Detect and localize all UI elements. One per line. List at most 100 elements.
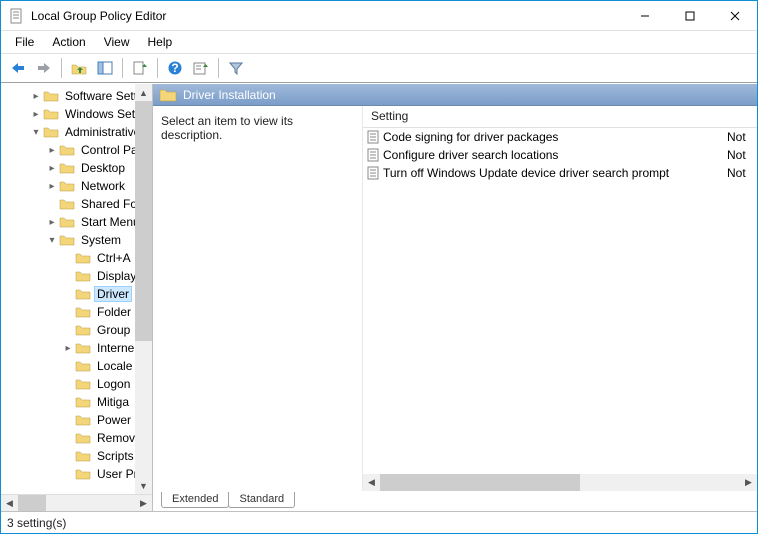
- up-button[interactable]: [68, 57, 90, 79]
- collapse-icon[interactable]: ▾: [29, 127, 43, 138]
- menu-help[interactable]: Help: [140, 33, 181, 51]
- tree-item[interactable]: ▸ Control Pa: [1, 141, 152, 159]
- folder-icon: [43, 89, 59, 103]
- setting-row[interactable]: Code signing for driver packagesNot: [363, 128, 757, 146]
- scroll-up-icon[interactable]: ▲: [135, 84, 152, 101]
- expand-icon[interactable]: ▸: [29, 109, 43, 120]
- tree-item[interactable]: ▸ Start Menu: [1, 213, 152, 231]
- back-button[interactable]: [7, 57, 29, 79]
- tree-item[interactable]: Power: [1, 411, 152, 429]
- setting-row[interactable]: Turn off Windows Update device driver se…: [363, 164, 757, 182]
- tree-horizontal-scrollbar[interactable]: ◀ ▶: [1, 494, 152, 511]
- policy-icon: [366, 130, 380, 144]
- scroll-right-icon[interactable]: ▶: [740, 474, 757, 491]
- tree-item[interactable]: Locale: [1, 357, 152, 375]
- tab-standard[interactable]: Standard: [228, 492, 295, 508]
- folder-icon: [75, 341, 91, 355]
- menu-view[interactable]: View: [96, 33, 138, 51]
- navigation-tree[interactable]: ▸ Software Setti ▸ Windows Sett▾Administrat…: [1, 84, 152, 494]
- tree-item[interactable]: ▸ Windows Sett: [1, 105, 152, 123]
- toolbar-separator: [218, 58, 219, 78]
- tree-item-label: Start Menu: [78, 214, 143, 230]
- svg-text:?: ?: [171, 61, 178, 75]
- help-button[interactable]: ?: [164, 57, 186, 79]
- tree-item[interactable]: Scripts: [1, 447, 152, 465]
- window-frame: Local Group Policy Editor File Action Vi…: [0, 0, 758, 534]
- setting-row[interactable]: Configure driver search locationsNot: [363, 146, 757, 164]
- scroll-left-icon[interactable]: ◀: [363, 474, 380, 491]
- list-header[interactable]: Setting: [363, 106, 757, 128]
- scroll-right-icon[interactable]: ▶: [135, 495, 152, 512]
- tree-item[interactable]: ▾System: [1, 231, 152, 249]
- folder-icon: [75, 449, 91, 463]
- tree-item[interactable]: Ctrl+A: [1, 249, 152, 267]
- minimize-button[interactable]: [622, 1, 667, 31]
- description-prompt: Select an item to view its description.: [161, 114, 293, 142]
- tree-item[interactable]: Display: [1, 267, 152, 285]
- tree-item[interactable]: Group: [1, 321, 152, 339]
- list-horizontal-scrollbar[interactable]: ◀ ▶: [363, 474, 757, 491]
- tree-item-label: Software Setti: [62, 88, 143, 104]
- expand-icon[interactable]: ▸: [29, 91, 43, 102]
- tree-item[interactable]: Folder: [1, 303, 152, 321]
- tree-item[interactable]: ▸Desktop: [1, 159, 152, 177]
- statusbar: 3 setting(s): [1, 511, 757, 533]
- tree-item-label: Display: [94, 268, 139, 284]
- folder-icon: [159, 87, 177, 103]
- close-button[interactable]: [712, 1, 757, 31]
- tree-item[interactable]: ▸Interne: [1, 339, 152, 357]
- scroll-down-icon[interactable]: ▼: [135, 477, 152, 494]
- detail-body: Select an item to view its description. …: [153, 106, 757, 491]
- folder-icon: [75, 287, 91, 301]
- toolbar-separator: [157, 58, 158, 78]
- collapse-icon[interactable]: ▾: [45, 235, 59, 246]
- menu-action[interactable]: Action: [44, 33, 93, 51]
- tree-item[interactable]: ▾Administrative: [1, 123, 152, 141]
- show-hide-tree-button[interactable]: [94, 57, 116, 79]
- titlebar: Local Group Policy Editor: [1, 1, 757, 31]
- tree-item[interactable]: Shared Fol: [1, 195, 152, 213]
- tree-item[interactable]: User Pr: [1, 465, 152, 483]
- toolbar: ?: [1, 53, 757, 83]
- filter-button[interactable]: [225, 57, 247, 79]
- scrollbar-thumb[interactable]: [380, 474, 580, 491]
- tree-item-label: Logon: [94, 376, 133, 392]
- expand-icon[interactable]: ▸: [45, 181, 59, 192]
- forward-button[interactable]: [33, 57, 55, 79]
- policy-icon: [366, 148, 380, 162]
- tab-extended[interactable]: Extended: [161, 492, 229, 508]
- tree-item[interactable]: ▸Network: [1, 177, 152, 195]
- toolbar-separator: [61, 58, 62, 78]
- tree-item[interactable]: Logon: [1, 375, 152, 393]
- expand-icon[interactable]: ▸: [45, 163, 59, 174]
- tree-vertical-scrollbar[interactable]: ▲ ▼: [135, 84, 152, 494]
- tree-item[interactable]: Driver: [1, 285, 152, 303]
- menu-file[interactable]: File: [7, 33, 42, 51]
- tree-item[interactable]: ▸ Software Setti: [1, 87, 152, 105]
- tree-item-label: Control Pa: [78, 142, 141, 158]
- folder-icon: [59, 143, 75, 157]
- scroll-left-icon[interactable]: ◀: [1, 495, 18, 512]
- policy-settings-button[interactable]: [190, 57, 212, 79]
- column-setting[interactable]: Setting: [363, 106, 727, 127]
- tree-item-label: Windows Sett: [62, 106, 141, 122]
- setting-name: Turn off Windows Update device driver se…: [383, 166, 727, 180]
- setting-state: Not: [727, 148, 757, 162]
- expand-icon[interactable]: ▸: [61, 343, 75, 354]
- scrollbar-thumb[interactable]: [18, 495, 46, 512]
- detail-pane: Driver Installation Select an item to vi…: [153, 84, 757, 511]
- export-list-button[interactable]: [129, 57, 151, 79]
- expand-icon[interactable]: ▸: [45, 145, 59, 156]
- detail-title: Driver Installation: [183, 88, 276, 102]
- scrollbar-thumb[interactable]: [135, 101, 152, 341]
- settings-list[interactable]: Setting Code signing for driver packages…: [363, 106, 757, 491]
- tree-item[interactable]: Remov: [1, 429, 152, 447]
- setting-name: Configure driver search locations: [383, 148, 727, 162]
- status-text: 3 setting(s): [7, 516, 66, 530]
- tree-item-label: Ctrl+A: [94, 250, 134, 266]
- maximize-button[interactable]: [667, 1, 712, 31]
- tree-item[interactable]: Mitiga: [1, 393, 152, 411]
- expand-icon[interactable]: ▸: [45, 217, 59, 228]
- column-state[interactable]: [727, 106, 757, 127]
- tree-item-label: Power: [94, 412, 134, 428]
